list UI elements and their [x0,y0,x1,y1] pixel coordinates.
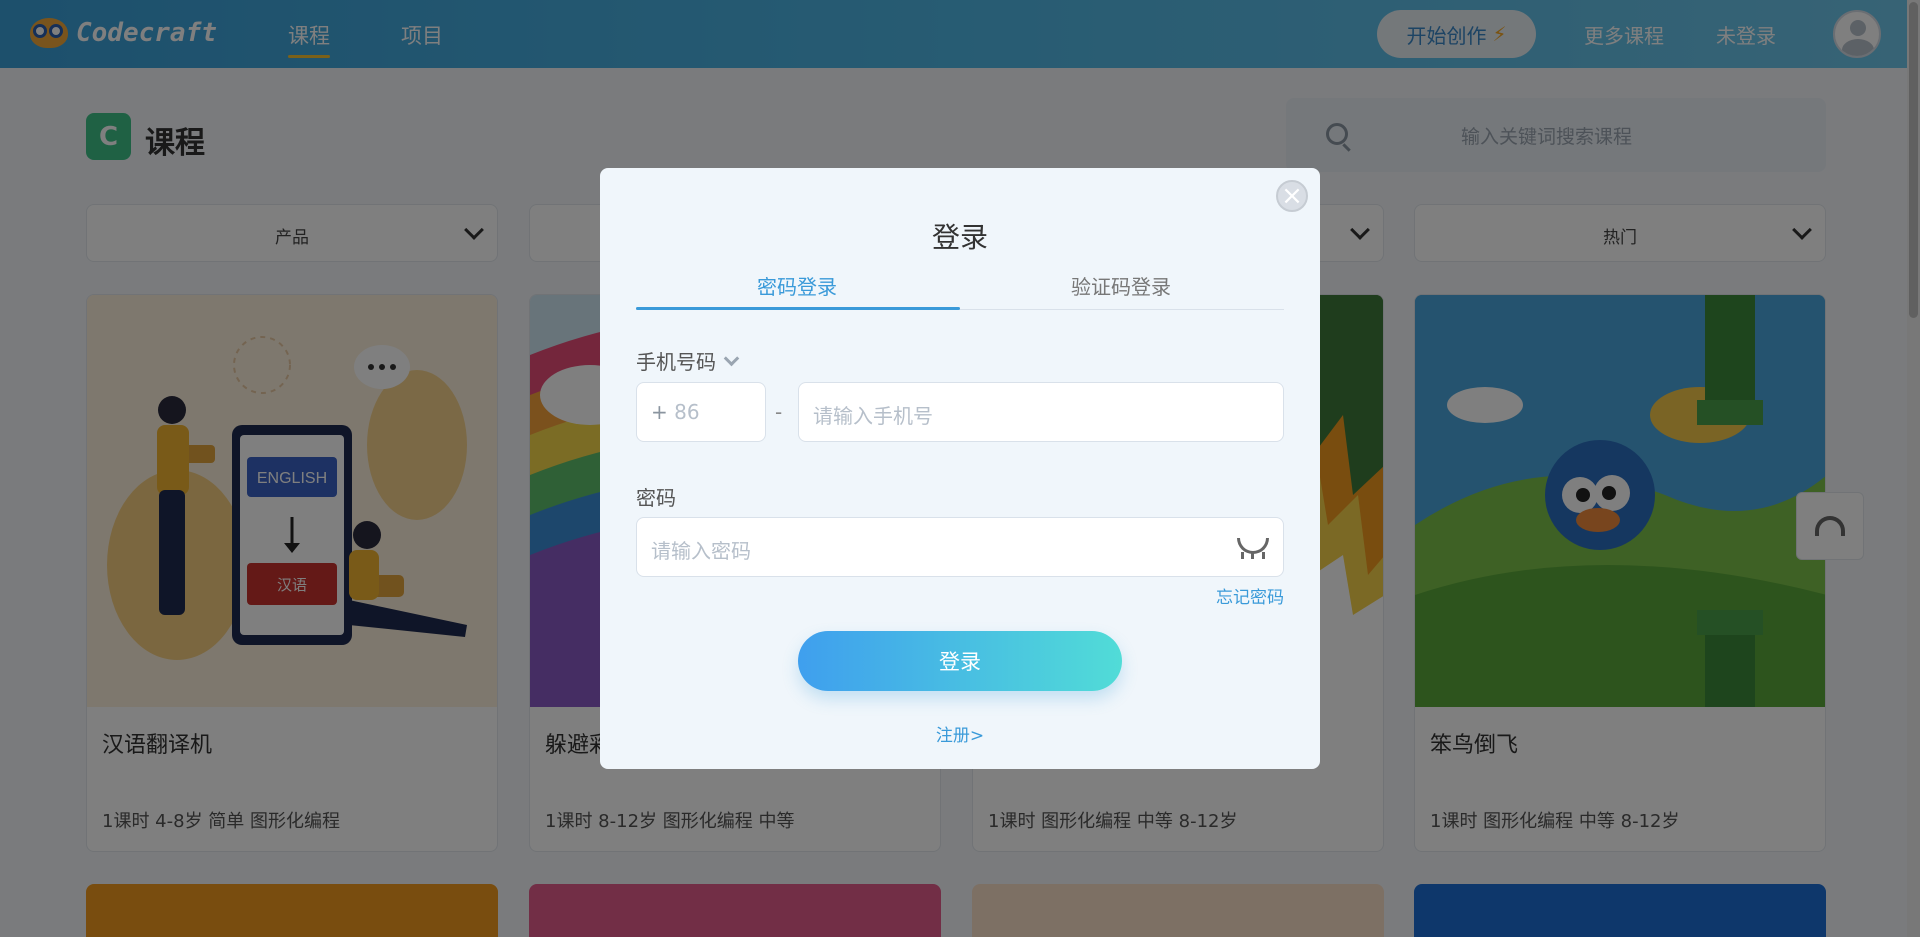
phone-type-selector[interactable]: 手机号码 [636,346,740,375]
register-link[interactable]: 注册> [600,721,1320,746]
password-placeholder: 请输入密码 [651,539,751,563]
chevron-down-icon [723,350,740,367]
phone-placeholder: 请输入手机号 [813,404,933,428]
phone-label: 手机号码 [636,350,716,374]
tab-sms-login[interactable]: 验证码登录 [1071,271,1171,300]
tab-active-indicator [636,307,960,310]
phone-separator: - [775,400,783,424]
close-icon[interactable]: × [1276,180,1308,212]
country-code-value: 86 [674,400,700,424]
forgot-password-link[interactable]: 忘记密码 [1216,583,1284,608]
country-code-prefix: + [651,400,668,424]
login-button-label: 登录 [939,650,981,674]
login-button[interactable]: 登录 [798,631,1122,691]
eye-closed-icon[interactable] [1237,538,1269,559]
password-label: 密码 [636,486,676,510]
phone-input[interactable]: 请输入手机号 [798,382,1284,442]
tab-password-login[interactable]: 密码登录 [757,271,837,300]
password-input[interactable]: 请输入密码 [636,517,1284,577]
login-modal: × 登录 密码登录 验证码登录 手机号码 + 86 - 请输入手机号 密码 请输… [600,168,1320,769]
modal-title: 登录 [931,221,988,254]
country-code-field[interactable]: + 86 [636,382,766,442]
